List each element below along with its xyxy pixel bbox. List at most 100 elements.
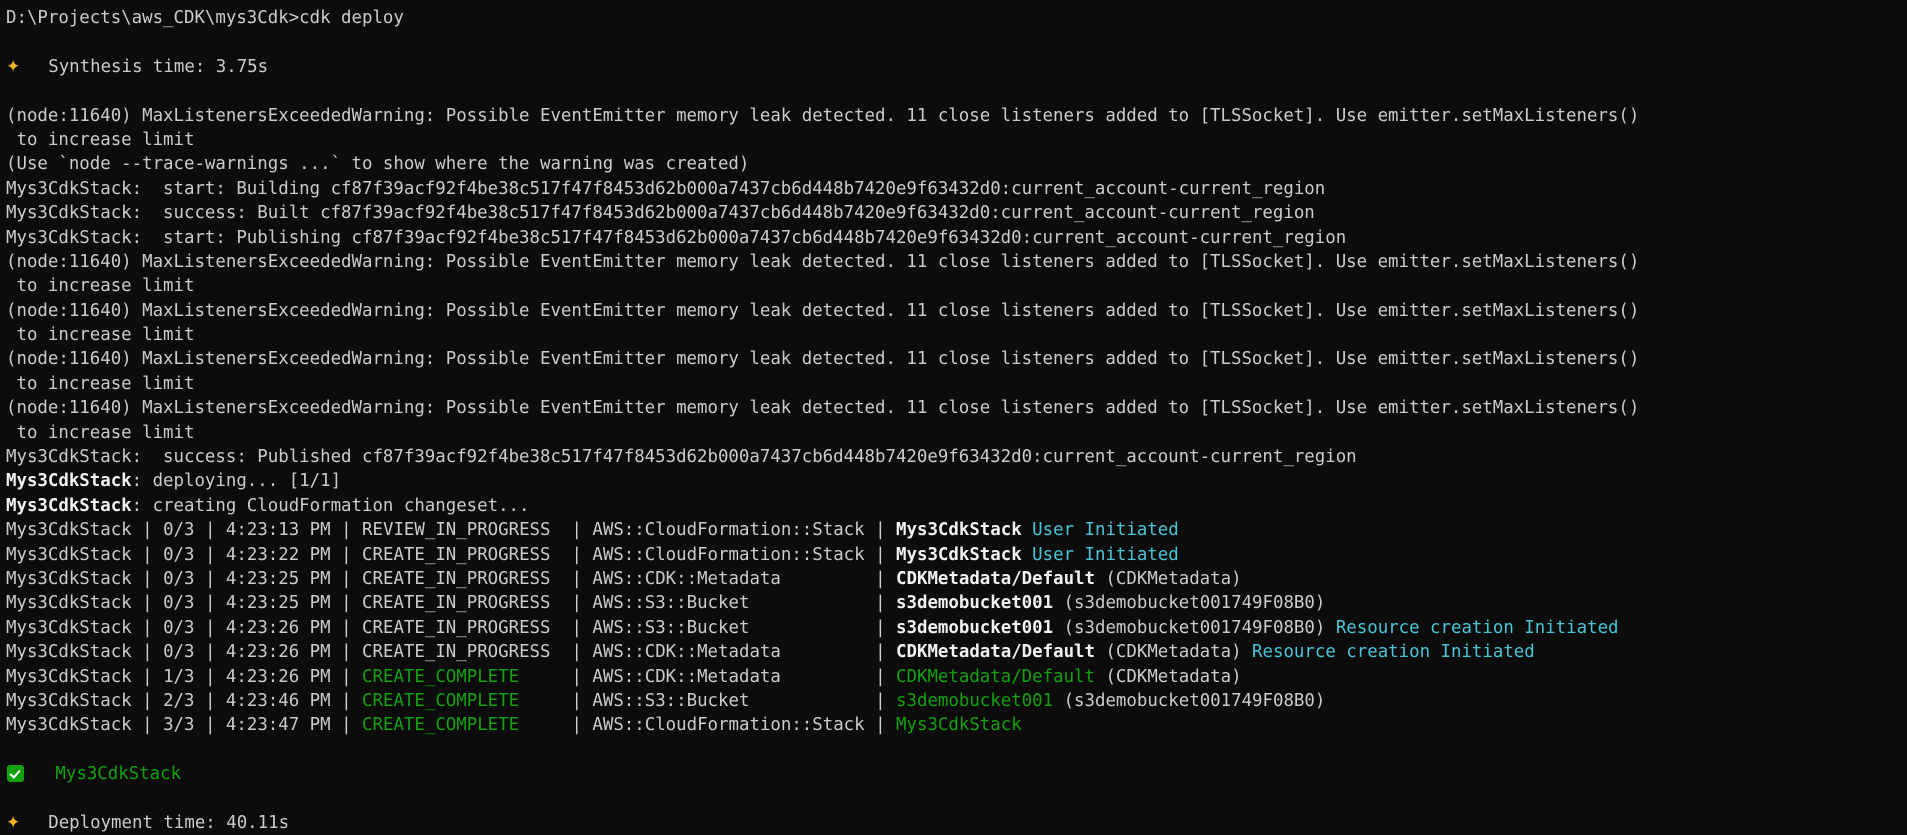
event-status: CREATE_COMPLETE <box>362 690 561 711</box>
separator: | <box>194 593 226 614</box>
separator: | <box>864 568 897 589</box>
separator: | <box>194 544 226 565</box>
warning-text: (node:11640) MaxListenersExceededWarning… <box>6 105 1640 126</box>
event-logical-id: Mys3CdkStack <box>896 715 1022 736</box>
separator: | <box>864 617 897 638</box>
event-row-2: Mys3CdkStack | 0/3 | 4:23:25 PM | CREATE… <box>6 567 1907 591</box>
event-row-4: Mys3CdkStack | 0/3 | 4:23:26 PM | CREATE… <box>6 616 1907 640</box>
event-progress: 0/3 <box>163 593 195 614</box>
separator: | <box>864 520 897 541</box>
event-stack: Mys3CdkStack <box>6 666 132 687</box>
separator: | <box>194 642 226 663</box>
event-physical-id: (s3demobucket001749F08B0) <box>1053 690 1326 711</box>
stack-name: Mys3CdkStack <box>6 471 132 492</box>
warning-cont-5: to increase limit <box>6 421 1907 445</box>
separator: | <box>864 690 897 711</box>
separator: | <box>560 642 593 663</box>
separator: | <box>330 715 363 736</box>
event-resource-type: AWS::S3::Bucket <box>592 690 865 711</box>
warning-line-2: (node:11640) MaxListenersExceededWarning… <box>6 250 1907 274</box>
event-time: 4:23:25 PM <box>225 568 331 589</box>
event-stack: Mys3CdkStack <box>6 715 132 736</box>
publish-start-label: Mys3CdkStack: start: Publishing <box>6 227 352 248</box>
event-time: 4:23:26 PM <box>225 666 331 687</box>
event-stack: Mys3CdkStack <box>6 544 132 565</box>
event-row-5: Mys3CdkStack | 0/3 | 4:23:26 PM | CREATE… <box>6 640 1907 664</box>
separator: | <box>560 544 593 565</box>
event-logical-id: Mys3CdkStack <box>896 544 1022 565</box>
separator: | <box>131 617 164 638</box>
separator: | <box>131 642 164 663</box>
warning-continuation: to increase limit <box>6 422 195 443</box>
separator: | <box>194 520 226 541</box>
event-stack: Mys3CdkStack <box>6 690 132 711</box>
event-time: 4:23:25 PM <box>225 593 331 614</box>
event-physical-id: (CDKMetadata) <box>1094 642 1242 663</box>
final-stack-name: Mys3CdkStack <box>55 764 182 785</box>
warning-line-4: (node:11640) MaxListenersExceededWarning… <box>6 347 1907 371</box>
warning-continuation: to increase limit <box>6 276 195 297</box>
synthesis-time-text: Synthesis time: 3.75s <box>48 56 269 77</box>
event-row-1: Mys3CdkStack | 0/3 | 4:23:22 PM | CREATE… <box>6 543 1907 567</box>
check-mark-icon <box>7 765 24 783</box>
event-stack: Mys3CdkStack <box>6 593 132 614</box>
deploy-success-line: Mys3CdkStack <box>6 762 1907 786</box>
event-logical-id: s3demobucket001 <box>896 617 1054 638</box>
deploying-label: : deploying... [1/1] <box>131 471 342 492</box>
build-start-label: Mys3CdkStack: start: Building <box>6 178 331 199</box>
event-status: REVIEW_IN_PROGRESS <box>362 520 561 541</box>
trace-hint-text: (Use `node --trace-warnings ...` to show… <box>6 154 750 175</box>
warning-cont-2: to increase limit <box>6 274 1907 298</box>
build-success-label: Mys3CdkStack: success: Built <box>6 203 321 224</box>
separator: | <box>864 666 897 687</box>
build-start-line: Mys3CdkStack: start: Building cf87f39acf… <box>6 177 1907 201</box>
event-resource-type: AWS::CDK::Metadata <box>592 568 865 589</box>
event-progress: 0/3 <box>163 642 195 663</box>
event-status: CREATE_IN_PROGRESS <box>362 617 561 638</box>
separator: | <box>864 642 897 663</box>
event-status: CREATE_COMPLETE <box>362 715 561 736</box>
publish-start-line: Mys3CdkStack: start: Publishing cf87f39a… <box>6 226 1907 250</box>
prompt-text: D:\Projects\aws_CDK\mys3Cdk>cdk deploy <box>6 8 404 28</box>
sparkle-icon: ✦ <box>6 812 21 833</box>
terminal-output[interactable]: D:\Projects\aws_CDK\mys3Cdk>cdk deploy ✦… <box>0 0 1907 833</box>
event-reason: Resource creation Initiated <box>1325 617 1619 638</box>
event-logical-id: CDKMetadata/Default <box>896 642 1095 663</box>
separator: | <box>131 568 164 589</box>
warning-continuation: to increase limit <box>6 325 195 346</box>
separator: | <box>131 690 164 711</box>
separator: | <box>330 642 363 663</box>
event-progress: 0/3 <box>163 568 195 589</box>
separator: | <box>330 520 363 541</box>
event-progress: 2/3 <box>163 690 195 711</box>
event-status: CREATE_IN_PROGRESS <box>362 642 561 663</box>
event-logical-id: Mys3CdkStack <box>896 520 1022 541</box>
event-progress: 0/3 <box>163 617 195 638</box>
event-progress: 0/3 <box>163 544 195 565</box>
separator: | <box>864 715 897 736</box>
event-logical-id: CDKMetadata/Default <box>896 568 1095 589</box>
event-time: 4:23:46 PM <box>225 690 331 711</box>
separator: | <box>330 568 363 589</box>
event-time: 4:23:26 PM <box>225 642 331 663</box>
separator: | <box>560 520 593 541</box>
event-progress: 0/3 <box>163 520 195 541</box>
event-stack: Mys3CdkStack <box>6 642 132 663</box>
stack-name: Mys3CdkStack <box>6 495 132 516</box>
separator: | <box>330 617 363 638</box>
event-time: 4:23:47 PM <box>225 715 331 736</box>
event-logical-id: s3demobucket001 <box>896 690 1054 711</box>
event-physical-id: (s3demobucket001749F08B0) <box>1053 617 1326 638</box>
warning-text: (node:11640) MaxListenersExceededWarning… <box>6 300 1640 321</box>
separator: | <box>330 593 363 614</box>
separator: | <box>560 617 593 638</box>
separator: | <box>131 544 164 565</box>
event-reason: User Initiated <box>1021 520 1179 541</box>
asset-hash: cf87f39acf92f4be38c517f47f8453d62b000a74… <box>330 178 1326 199</box>
event-stack: Mys3CdkStack <box>6 568 132 589</box>
event-row-6: Mys3CdkStack | 1/3 | 4:23:26 PM | CREATE… <box>6 665 1907 689</box>
